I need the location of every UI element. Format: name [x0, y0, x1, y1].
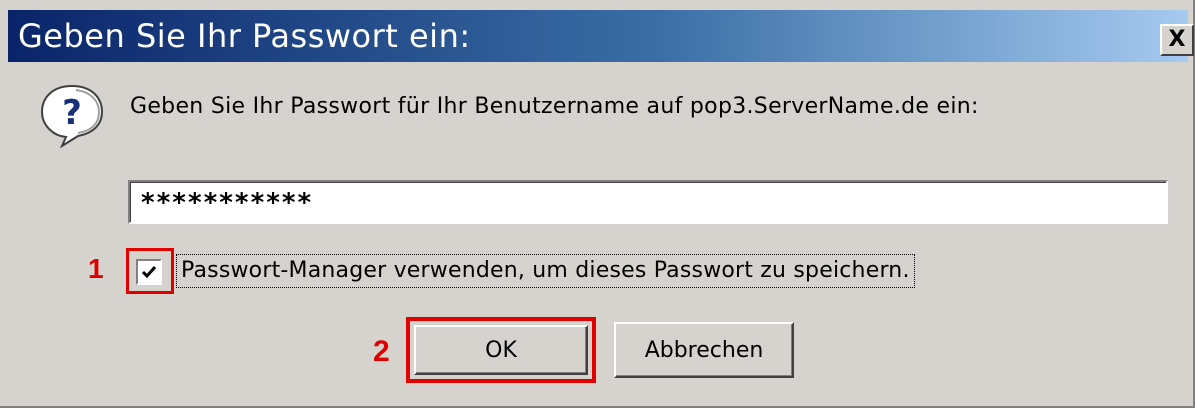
annotation-marker-2: 2 — [373, 335, 390, 368]
password-dialog: Geben Sie Ihr Passwort ein: X ? Geben Si… — [0, 0, 1195, 408]
title-bar: Geben Sie Ihr Passwort ein: X — [8, 10, 1194, 62]
annotation-marker-1: 1 — [88, 253, 104, 284]
password-value: *********** — [140, 188, 313, 218]
prompt-text: Geben Sie Ihr Passwort für Ihr Benutzern… — [130, 94, 979, 119]
checkmark-icon — [141, 266, 157, 279]
question-icon: ? — [36, 82, 108, 149]
close-icon: X — [1168, 27, 1186, 52]
password-input[interactable]: *********** — [128, 180, 1168, 224]
cancel-button-label: Abbrechen — [644, 337, 764, 363]
close-button[interactable]: X — [1160, 24, 1194, 56]
remember-password-checkbox[interactable] — [136, 259, 162, 285]
cancel-button[interactable]: Abbrechen — [614, 322, 794, 378]
remember-password-label-focus[interactable]: Passwort-Manager verwenden, um dieses Pa… — [176, 254, 915, 288]
remember-password-label: Passwort-Manager verwenden, um dieses Pa… — [181, 258, 910, 283]
svg-text:?: ? — [62, 93, 82, 133]
ok-button[interactable]: OK — [414, 325, 588, 375]
dialog-title: Geben Sie Ihr Passwort ein: — [18, 17, 471, 55]
ok-button-label: OK — [485, 337, 517, 363]
